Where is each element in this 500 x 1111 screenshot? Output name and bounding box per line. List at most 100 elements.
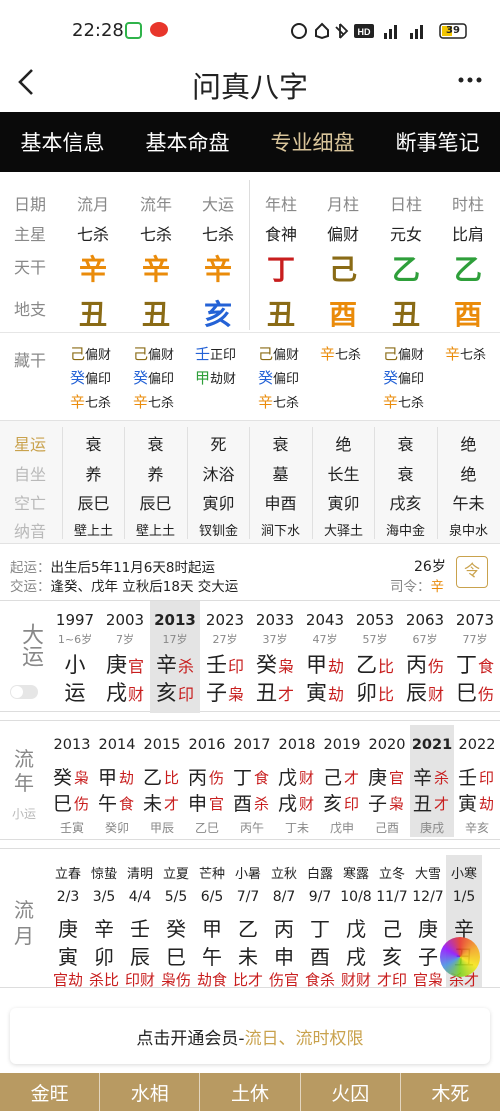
canggan-column: 壬正印 甲劫财 xyxy=(195,343,257,391)
dayun-zhi-god: 枭 xyxy=(228,685,245,704)
dayun-column[interactable]: 2023 27岁壬印子枭 xyxy=(200,601,250,713)
liuyue-column[interactable]: 清明 4/4 壬辰印财 xyxy=(122,855,158,989)
liunian-column[interactable]: 2021 辛杀丑才庚戌 xyxy=(410,725,454,837)
liuyue-jieqi: 立夏 xyxy=(162,867,189,882)
signal-5g-icon xyxy=(384,25,397,39)
liunian-column[interactable]: 2014 甲劫午食癸卯 xyxy=(95,725,139,837)
liunian-column[interactable]: 2022 壬印寅劫辛亥 xyxy=(455,725,499,837)
siling-value: 辛 xyxy=(430,579,445,595)
liunian-year: 2019 xyxy=(323,737,361,753)
liunian-column[interactable]: 2013 癸枭巳伤壬寅 xyxy=(50,725,94,837)
siling-icon[interactable]: 令 xyxy=(456,556,488,588)
liunian-column[interactable]: 2015 乙比未才甲辰 xyxy=(140,725,184,837)
liunian-zhi-god: 枭 xyxy=(389,795,405,813)
liunian-gan-god: 官 xyxy=(389,769,405,787)
liuyue-jieqi: 立冬 xyxy=(378,867,405,882)
liuyue-gods: 官劫 xyxy=(52,971,83,989)
battery-level: 39 xyxy=(446,25,460,36)
liunian-column[interactable]: 2020 庚官子枭己酉 xyxy=(365,725,409,837)
liunian-gan: 庚 xyxy=(368,767,388,789)
more-options-icon[interactable] xyxy=(458,76,482,84)
liuyue-column[interactable]: 小暑 7/7 乙未比才 xyxy=(230,855,266,989)
qiyun-text: 出生后5年11月6天8时起运 xyxy=(50,560,215,576)
row-label-date: 日期 xyxy=(14,195,47,214)
dayun-zhi: 运 xyxy=(64,681,86,705)
canggan-god: 七杀 xyxy=(335,348,362,363)
liunian-gan-god: 枭 xyxy=(74,769,90,787)
liuyue-column[interactable]: 寒露 10/8 戊戌财财 xyxy=(338,855,374,989)
dayun-column[interactable]: 2013 17岁辛杀亥印 xyxy=(150,601,200,713)
liuyue-column[interactable]: 立冬 11/7 己亥才印 xyxy=(374,855,410,989)
liunian-gan-god: 印 xyxy=(479,769,495,787)
app-notification-icon xyxy=(125,22,142,39)
canggan-entry: 癸偏印 xyxy=(133,367,195,391)
vip-banner[interactable]: 点击开通会员- 流日、流时权限 xyxy=(10,1008,490,1064)
canggan-god: 偏印 xyxy=(273,372,300,387)
dayun-gan: 甲 xyxy=(306,653,327,677)
dayun-column[interactable]: 2033 37岁癸枭丑才 xyxy=(250,601,300,713)
vip-link[interactable]: 流日、流时权限 xyxy=(245,1024,364,1049)
xingyun-cell: 绝 xyxy=(335,435,352,454)
dayun-column[interactable]: 2053 57岁乙比卯比 xyxy=(350,601,400,713)
liuyue-gan: 丙 xyxy=(274,917,294,941)
liunian-gan-god: 财 xyxy=(299,769,315,787)
dayun-year: 2043 xyxy=(305,611,345,629)
canggan-entry: 辛七杀 xyxy=(383,391,445,415)
dayun-column[interactable]: 2063 67岁丙伤辰财 xyxy=(400,601,450,713)
dayun-column[interactable]: 2003 7岁庚官戌财 xyxy=(100,601,150,713)
svg-text:HD: HD xyxy=(358,27,371,37)
dayun-zhi-god: 才 xyxy=(278,685,295,704)
liuyue-gods: 伤官 xyxy=(268,971,299,989)
liuyue-column[interactable]: 大雪 12/7 庚子官枭 xyxy=(410,855,446,989)
tab-notes[interactable]: 断事笔记 xyxy=(375,112,500,172)
liunian-column[interactable]: 2016 丙伤申官乙巳 xyxy=(185,725,229,837)
canggan-entry: 己偏财 xyxy=(383,343,445,367)
liuyue-column[interactable]: 白露 9/7 丁酉食杀 xyxy=(302,855,338,989)
dayun-column[interactable]: 2043 47岁甲劫寅劫 xyxy=(300,601,350,713)
liunian-zhi-god: 印 xyxy=(344,795,360,813)
liuyue-jieqi: 寒露 xyxy=(342,867,369,882)
liunian-gan: 辛 xyxy=(413,767,433,789)
liuyue-gods: 官枭 xyxy=(412,971,443,989)
canggan-entry: 辛七杀 xyxy=(320,343,382,367)
liunian-xiaoyun: 戊申 xyxy=(329,821,354,835)
liunian-zhi: 丑 xyxy=(413,793,433,815)
pillar-head: 月柱 xyxy=(326,195,359,214)
liuyue-column[interactable]: 芒种 6/5 甲午劫食 xyxy=(194,855,230,989)
dayun-gan-god: 伤 xyxy=(428,657,445,676)
dayun-zhi: 卯 xyxy=(356,681,377,705)
row-label-xingyun: 星运 xyxy=(14,435,47,454)
dayun-column[interactable]: 1997 1~6岁小运 xyxy=(50,601,100,713)
liuyue-gods: 比才 xyxy=(232,971,263,989)
liunian-zhi: 申 xyxy=(188,793,208,815)
dayun-column[interactable]: 2073 77岁丁食巳伤 xyxy=(450,601,500,713)
liunian-column[interactable]: 2017 丁食酉杀丙午 xyxy=(230,725,274,837)
liuyue-column[interactable]: 立夏 5/5 癸巳枭伤 xyxy=(158,855,194,989)
dayun-toggle[interactable] xyxy=(10,685,38,699)
canggan-god: 偏印 xyxy=(85,372,112,387)
liuyue-date: 3/5 xyxy=(92,889,116,905)
canggan-stem: 壬 xyxy=(195,345,211,363)
liuyue-date: 9/7 xyxy=(308,889,332,905)
pillar-column: 大运 七杀辛亥 xyxy=(187,172,249,332)
dayun-zhi: 辰 xyxy=(406,681,427,705)
liuyue-column[interactable]: 立秋 8/7 丙申伤官 xyxy=(266,855,302,989)
pillar-head: 大运 xyxy=(201,195,234,214)
tab-basic-info[interactable]: 基本信息 xyxy=(0,112,125,172)
xingyun-cell: 死 xyxy=(210,435,227,454)
dayun-zhi-god: 印 xyxy=(178,685,195,704)
liuyue-column[interactable]: 惊蛰 3/5 辛卯杀比 xyxy=(86,855,122,989)
liuyue-column[interactable]: 立春 2/3 庚寅官劫 xyxy=(50,855,86,989)
floating-assistant-icon[interactable] xyxy=(440,937,480,977)
liunian-column[interactable]: 2019 己才亥印戊申 xyxy=(320,725,364,837)
liunian-gan-god: 杀 xyxy=(434,769,450,787)
liuyue-gods: 枭伤 xyxy=(160,971,191,989)
liunian-gan-god: 伤 xyxy=(209,769,225,787)
pillar-zhi: 酉 xyxy=(328,298,357,331)
liuyue-zhi: 戌 xyxy=(346,945,366,969)
tab-professional-chart[interactable]: 专业细盘 xyxy=(250,112,375,172)
liunian-column[interactable]: 2018 戊财戌财丁未 xyxy=(275,725,319,837)
tab-basic-chart[interactable]: 基本命盘 xyxy=(125,112,250,172)
liuyue-gan: 壬 xyxy=(130,917,150,941)
status-bar: 22:28 HD 39 xyxy=(0,0,500,60)
